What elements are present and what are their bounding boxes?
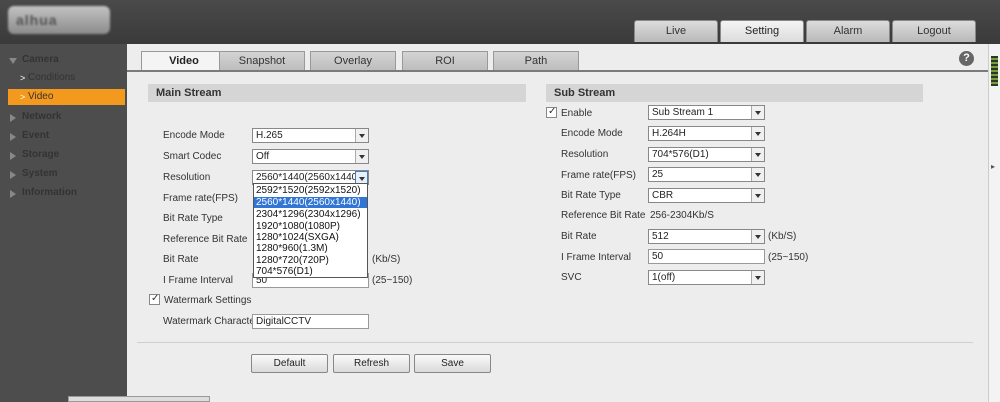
sub-resolution-label: Resolution — [561, 149, 609, 160]
signal-meter-icon — [991, 56, 998, 86]
sub-i-frame-interval-range: (25~150) — [768, 252, 809, 263]
sidebar-item-conditions[interactable]: > Conditions — [8, 70, 125, 86]
collapse-arrow-icon — [10, 190, 16, 198]
sub-bit-rate-type-label: Bit Rate Type — [561, 190, 621, 201]
tab-roi[interactable]: ROI — [402, 51, 488, 70]
resolution-dropdown-list: 2592*1520(2592x1520) 2560*1440(2560x1440… — [253, 183, 368, 278]
tab-overlay[interactable]: Overlay — [310, 51, 396, 70]
default-button[interactable]: Default — [251, 354, 328, 373]
main-stream-header: Main Stream — [148, 84, 526, 102]
dropdown-arrow-icon — [751, 168, 764, 181]
resolution-option[interactable]: 1280*720(720P) — [254, 255, 367, 266]
resolution-option[interactable]: 1280*1024(SXGA) — [254, 232, 367, 243]
brand-logo: alhua — [8, 6, 110, 34]
collapse-arrow-icon — [10, 152, 16, 160]
sidebar-item-information[interactable]: Information — [0, 184, 127, 202]
sub-frame-rate-select[interactable]: 25 — [648, 167, 765, 182]
scroll-arrow-icon: ▸ — [991, 162, 996, 171]
bit-rate-label: Bit Rate — [163, 254, 199, 265]
sub-stream-enable-checkbox[interactable] — [546, 106, 557, 118]
sub-stream-select[interactable]: Sub Stream 1 — [648, 105, 765, 120]
tab-snapshot[interactable]: Snapshot — [219, 51, 305, 70]
resolution-option[interactable]: 2592*1520(2592x1520) — [254, 185, 367, 196]
sidebar: Camera > Conditions > Video Network Even… — [0, 44, 127, 402]
sidebar-item-system[interactable]: System — [0, 165, 127, 183]
section-divider — [137, 342, 973, 343]
encode-mode-label: Encode Mode — [163, 130, 225, 141]
resolution-option[interactable]: 704*576(D1) — [254, 266, 367, 277]
watermark-character-label: Watermark Character — [163, 316, 259, 327]
frame-rate-label: Frame rate(FPS) — [163, 193, 239, 204]
sub-bit-rate-label: Bit Rate — [561, 231, 597, 242]
resolution-option[interactable]: 2304*1296(2304x1296) — [254, 209, 367, 220]
svc-select[interactable]: 1(off) — [648, 270, 765, 285]
horizontal-scrollbar[interactable] — [68, 396, 210, 402]
tab-live[interactable]: Live — [634, 20, 718, 42]
sidebar-item-storage[interactable]: Storage — [0, 146, 127, 164]
sub-reference-bit-rate-value: 256-2304Kb/S — [650, 210, 714, 221]
resolution-label: Resolution — [163, 172, 211, 183]
i-frame-interval-range: (25~150) — [372, 275, 413, 286]
help-icon[interactable]: ? — [959, 51, 974, 66]
sidebar-item-camera[interactable]: Camera — [0, 51, 127, 69]
collapse-arrow-icon — [10, 171, 16, 179]
reference-bit-rate-label: Reference Bit Rate — [163, 234, 248, 245]
collapse-arrow-icon — [10, 133, 16, 141]
sub-reference-bit-rate-label: Reference Bit Rate — [561, 210, 646, 221]
sub-bit-rate-unit: (Kb/S) — [768, 231, 797, 242]
sidebar-item-event[interactable]: Event — [0, 127, 127, 145]
i-frame-interval-label: I Frame Interval — [163, 275, 234, 286]
collapse-arrow-icon — [10, 114, 16, 122]
tab-alarm[interactable]: Alarm — [806, 20, 890, 42]
top-bar: alhua Live Setting Alarm Logout — [0, 0, 1000, 44]
save-button[interactable]: Save — [414, 354, 491, 373]
sidebar-item-network[interactable]: Network — [0, 108, 127, 126]
watermark-checkbox[interactable] — [149, 293, 160, 305]
chevron-right-icon: > — [20, 92, 26, 102]
resolution-option[interactable]: 1920*1080(1080P) — [254, 221, 367, 232]
sub-bit-rate-type-select[interactable]: CBR — [648, 188, 765, 203]
tab-video[interactable]: Video — [141, 51, 227, 70]
encode-mode-select[interactable]: H.265 — [252, 128, 369, 143]
watermark-settings-label: Watermark Settings — [164, 295, 252, 306]
resolution-option[interactable]: 1280*960(1.3M) — [254, 243, 367, 254]
sub-i-frame-interval-input[interactable]: 50 — [648, 249, 765, 264]
dropdown-arrow-icon — [751, 148, 764, 161]
tab-setting[interactable]: Setting — [720, 20, 804, 42]
dropdown-arrow-icon — [751, 271, 764, 284]
sub-bit-rate-select[interactable]: 512 — [648, 229, 765, 244]
smart-codec-label: Smart Codec — [163, 151, 222, 162]
dropdown-arrow-icon — [355, 150, 368, 163]
resolution-option-selected[interactable]: 2560*1440(2560x1440) — [254, 197, 367, 208]
tab-logout[interactable]: Logout — [892, 20, 976, 42]
sub-i-frame-interval-label: I Frame Interval — [561, 252, 632, 263]
dropdown-arrow-icon — [751, 230, 764, 243]
right-scroll-strip[interactable]: ▸ — [988, 44, 1000, 402]
bit-rate-type-label: Bit Rate Type — [163, 213, 223, 224]
sub-resolution-select[interactable]: 704*576(D1) — [648, 147, 765, 162]
svc-label: SVC — [561, 272, 582, 283]
bit-rate-unit: (Kb/S) — [372, 254, 401, 265]
sub-frame-rate-label: Frame rate(FPS) — [561, 170, 637, 181]
refresh-button[interactable]: Refresh — [333, 354, 410, 373]
watermark-character-input[interactable]: DigitalCCTV — [252, 314, 369, 329]
sub-encode-mode-select[interactable]: H.264H — [648, 126, 765, 141]
expand-arrow-icon — [9, 58, 17, 64]
dropdown-arrow-icon — [751, 127, 764, 140]
dropdown-arrow-icon — [355, 129, 368, 142]
dropdown-arrow-icon — [751, 106, 764, 119]
sub-encode-mode-label: Encode Mode — [561, 128, 623, 139]
chevron-right-icon: > — [20, 73, 26, 83]
enable-label: Enable — [561, 108, 593, 119]
smart-codec-select[interactable]: Off — [252, 149, 369, 164]
dropdown-arrow-icon — [751, 189, 764, 202]
sidebar-item-video[interactable]: > Video — [8, 89, 125, 105]
sub-stream-header: Sub Stream — [546, 84, 923, 102]
tab-divider — [127, 70, 988, 72]
tab-path[interactable]: Path — [493, 51, 579, 70]
